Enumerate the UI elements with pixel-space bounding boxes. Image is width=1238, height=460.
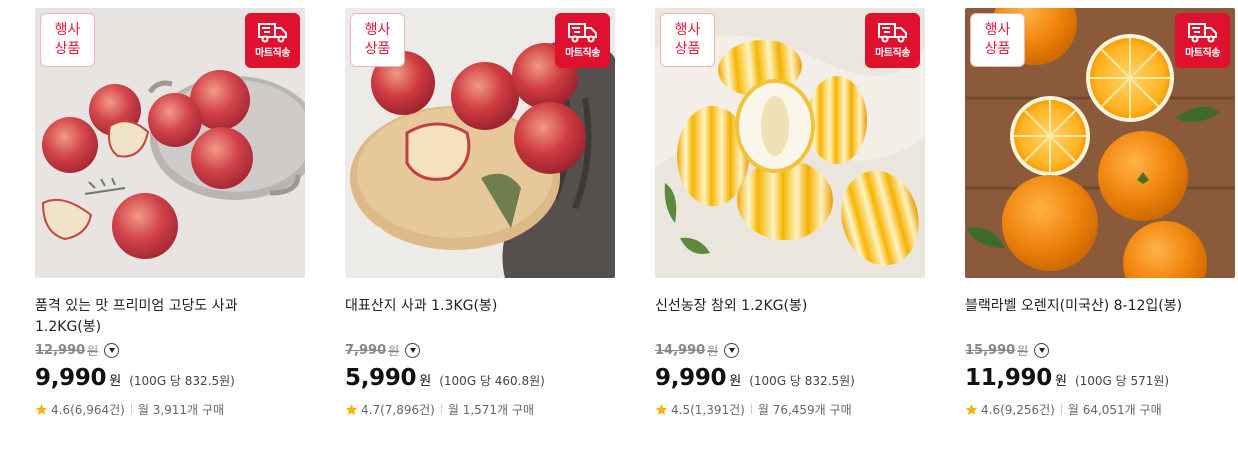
monthly-purchases: 월 1,571개 구매 (447, 402, 534, 417)
mart-delivery-badge: 마트직송 (555, 13, 610, 68)
sale-price: 5,990 원 (100G 당 460.8원) (345, 365, 545, 391)
mart-delivery-badge: 마트직송 (865, 13, 920, 68)
product-card: 행사 상품 마트직송 블랙라벨 오렌지(미국산) 8-12입(봉) 15,990… (965, 8, 1235, 417)
unit-price: (100G 당 571원) (1074, 374, 1170, 388)
product-image[interactable]: 행사 상품 마트직송 (965, 8, 1235, 278)
unit-price: (100G 당 832.5원) (749, 374, 855, 388)
unit-price: (100G 당 460.8원) (439, 374, 545, 388)
product-name[interactable]: 신선농장 참외 1.2KG(봉) (655, 296, 925, 340)
original-price: 12,990 원 (35, 341, 305, 359)
product-name[interactable]: 블랙라벨 오렌지(미국산) 8-12입(봉) (965, 296, 1235, 340)
delivery-truck-icon (257, 23, 287, 43)
delivery-truck-icon (877, 23, 907, 43)
sale-price: 9,990 원 (100G 당 832.5원) (35, 365, 235, 391)
original-price: 7,990 원 (345, 341, 615, 359)
original-price: 14,990 원 (655, 341, 925, 359)
star-icon (35, 403, 48, 415)
product-grid: 행사 상품 마트직송 품격 있는 맛 프리미엄 고당도 사과 1.2KG(봉) … (0, 0, 1238, 460)
product-image[interactable]: 행사 상품 마트직송 (655, 8, 925, 278)
star-icon (345, 403, 358, 415)
divider (130, 404, 132, 414)
product-card: 행사 상품 마트직송 대표산지 사과 1.3KG(봉) 7,990 원 5,99… (345, 8, 615, 417)
original-price: 15,990 원 (965, 341, 1235, 359)
monthly-purchases: 월 3,911개 구매 (137, 402, 224, 417)
mart-delivery-badge: 마트직송 (245, 13, 300, 68)
product-name[interactable]: 대표산지 사과 1.3KG(봉) (345, 296, 615, 340)
event-badge: 행사 상품 (970, 13, 1025, 67)
divider (440, 404, 442, 414)
chevron-down-icon[interactable] (104, 342, 120, 358)
delivery-truck-icon (567, 23, 597, 43)
product-image[interactable]: 행사 상품 마트직송 (35, 8, 305, 278)
mart-delivery-badge: 마트직송 (1175, 13, 1230, 68)
event-badge: 행사 상품 (350, 13, 405, 67)
product-image[interactable]: 행사 상품 마트직송 (345, 8, 615, 278)
delivery-truck-icon (1187, 23, 1217, 43)
sale-price: 11,990 원 (100G 당 571원) (965, 365, 1170, 391)
monthly-purchases: 월 76,459개 구매 (757, 402, 852, 417)
review-meta: 4.6(6,964건) 월 3,911개 구매 (35, 401, 305, 417)
review-meta: 4.7(7,896건) 월 1,571개 구매 (345, 401, 615, 417)
rating[interactable]: 4.6(9,256건) (981, 401, 1055, 418)
review-meta: 4.5(1,391건) 월 76,459개 구매 (655, 401, 925, 417)
rating[interactable]: 4.7(7,896건) (361, 401, 435, 418)
unit-price: (100G 당 832.5원) (129, 374, 235, 388)
rating[interactable]: 4.5(1,391건) (671, 401, 745, 418)
event-badge: 행사 상품 (660, 13, 715, 67)
product-name[interactable]: 품격 있는 맛 프리미엄 고당도 사과 1.2KG(봉) (35, 296, 305, 340)
chevron-down-icon[interactable] (405, 342, 421, 358)
product-card: 행사 상품 마트직송 신선농장 참외 1.2KG(봉) 14,990 원 9,9… (655, 8, 925, 417)
monthly-purchases: 월 64,051개 구매 (1067, 402, 1162, 417)
sale-price: 9,990 원 (100G 당 832.5원) (655, 365, 855, 391)
star-icon (965, 403, 978, 415)
divider (1060, 404, 1062, 414)
divider (750, 404, 752, 414)
rating[interactable]: 4.6(6,964건) (51, 401, 125, 418)
star-icon (655, 403, 668, 415)
chevron-down-icon[interactable] (724, 342, 740, 358)
event-badge: 행사 상품 (40, 13, 95, 67)
chevron-down-icon[interactable] (1034, 342, 1050, 358)
review-meta: 4.6(9,256건) 월 64,051개 구매 (965, 401, 1235, 417)
product-card: 행사 상품 마트직송 품격 있는 맛 프리미엄 고당도 사과 1.2KG(봉) … (35, 8, 305, 417)
